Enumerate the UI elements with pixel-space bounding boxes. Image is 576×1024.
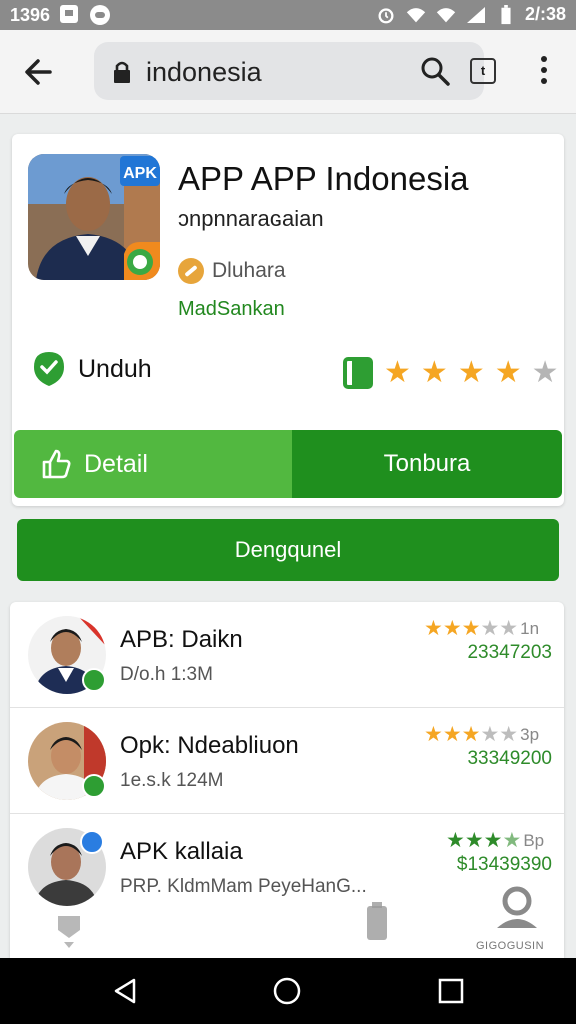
list-item-rating: ★★★ ★★ 1n [424,617,540,640]
tablet-icon [343,357,373,389]
download-button[interactable]: Dengqunel [17,519,559,581]
profile-label: GIGOGUSIN [476,940,545,952]
star-icon: ★ [457,356,485,389]
download-label: Unduh [78,354,152,383]
rating-count: Bp [523,830,545,850]
verified-badge-icon [80,830,104,854]
list-item-number: 33349200 [467,748,552,769]
star-icon: ★ [420,356,448,389]
app-category[interactable]: MadSankan [178,298,285,321]
app-icon-badge-text: APK [123,165,157,182]
heart-icon [58,916,80,948]
developer-badge-icon [178,258,204,284]
related-apps-list: APB: Daikn D/o.h 1:3M ★★★ ★★ 1n 23347203 O… [10,602,564,958]
status-time-left: 1396 [10,5,51,25]
alarm-icon [378,7,394,23]
phone-icon [367,902,387,940]
tonbura-button[interactable]: Tonbura [292,430,562,498]
wifi-icon [406,7,426,22]
detail-button-label: Detail [84,449,148,478]
search-icon[interactable] [420,56,450,86]
status-bar: 1396 2/:38 [0,0,576,30]
notification-square-icon [60,5,78,23]
system-nav-bar [0,958,576,1024]
nav-home-icon[interactable] [272,976,302,1006]
detail-button[interactable]: Detail [14,430,292,498]
download-count-row: Unduh [32,350,152,388]
url-text[interactable]: indonesia [146,57,262,88]
list-item-meta: D/o.h 1:3M [120,664,213,685]
signal-icon [466,6,485,23]
star-empty-icon: ★ [531,356,559,389]
url-bar[interactable]: indonesia t [94,42,496,100]
thumbs-up-icon [42,449,71,479]
rating-count: 3p [520,724,540,744]
developer-name[interactable]: Dluhara [212,259,286,283]
app-icon-image: APK [28,154,160,280]
message-icon [90,5,110,25]
list-item-name: APK kallaia [120,838,243,865]
lock-icon [114,61,130,83]
star-icon: ★ [494,356,522,389]
list-item-name: APB: Daikn [120,626,243,653]
list-item-number: 23347203 [467,642,552,663]
list-item-meta: 1e.s.k 124M [120,770,224,791]
back-button[interactable] [18,50,62,94]
list-item[interactable]: Opk: Ndeabliuon 1e.s.k 124M ★★★ ★★ 3p 3334… [10,708,564,814]
app-title: APP APP Indonesia [178,160,469,197]
nav-recents-icon[interactable] [436,976,466,1006]
list-item-number: $13439390 [456,854,552,875]
status-time-right: 2/:38 [524,4,566,24]
battery-icon [501,4,511,24]
list-item-rating: ★★★ ★★ 3p [424,723,540,746]
rating-count: 1n [520,618,540,638]
app-subtitle: ɔnpnnaraɢaian [178,206,324,231]
app-icon[interactable]: APK [28,154,160,280]
app-card: APK APP APP Indonesia ɔnpnnaraɢaian Dluh… [12,134,564,506]
list-item[interactable]: APK kallaia PRP. KldmMam PeyeHanG... ★★★… [10,814,564,920]
nav-back-icon[interactable] [110,976,140,1006]
list-item-name: Opk: Ndeabliuon [120,732,299,759]
chat-check-icon [34,352,64,386]
list-item-meta: PRP. KldmMam PeyeHanG... [120,876,367,897]
more-vert-icon[interactable] [530,56,558,92]
rating-row: ★ ★ ★ ★ ★ [342,356,559,390]
verified-badge-icon [82,668,106,692]
tabs-icon[interactable]: t [470,58,496,84]
wifi-icon [436,7,456,22]
back-arrow-icon [25,59,52,85]
developer-row[interactable]: Dluhara [178,258,286,284]
verified-badge-icon [82,774,106,798]
list-item[interactable]: APB: Daikn D/o.h 1:3M ★★★ ★★ 1n 23347203 [10,602,564,708]
star-icon: ★ [384,356,411,389]
status-right-icons: 2/:38 [375,4,566,25]
list-item-rating: ★★★ ★ Bp [446,829,545,852]
browser-toolbar: indonesia t [0,30,576,114]
profile-icon[interactable] [492,884,542,934]
action-button-row: Detail Tonbura [14,430,562,498]
